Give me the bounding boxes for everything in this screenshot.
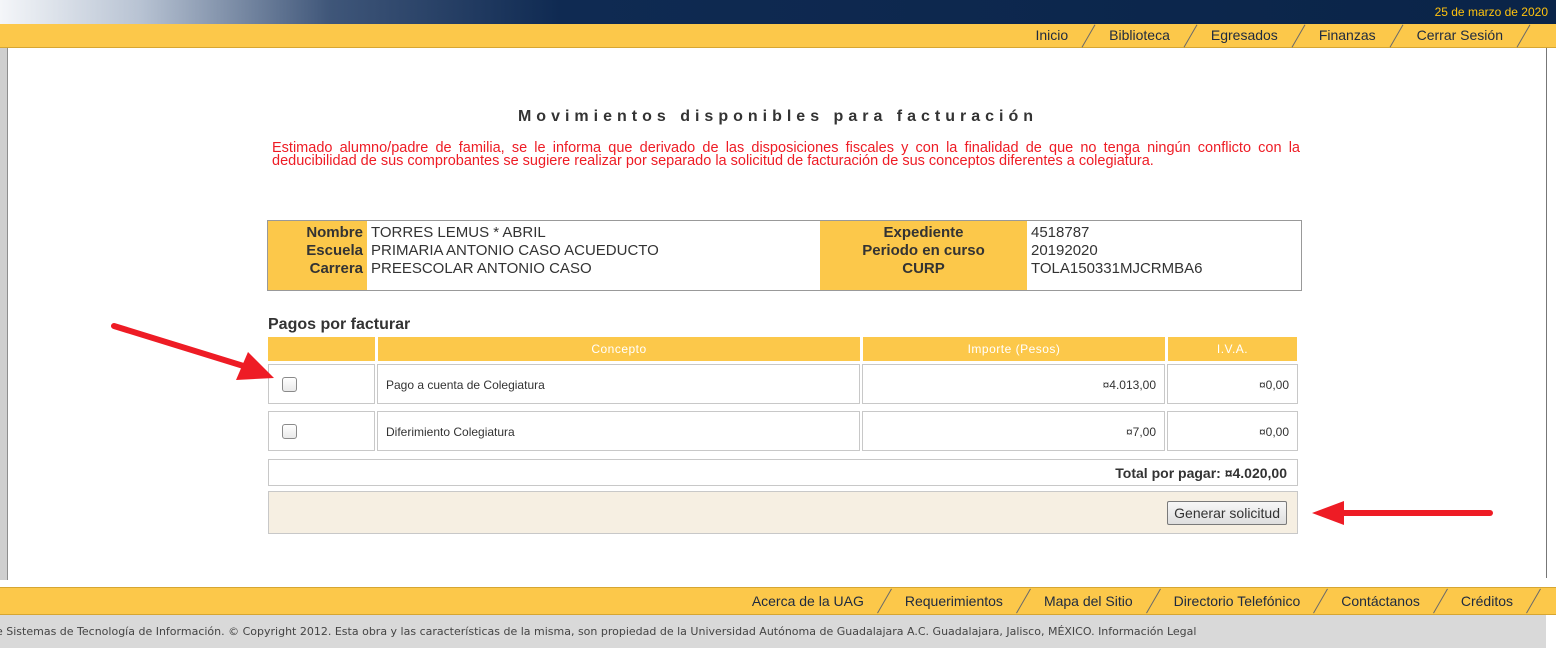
label-escuela: Escuela [306, 242, 363, 259]
nav-separator [1145, 588, 1161, 614]
label-nombre: Nombre [306, 224, 363, 241]
value-escuela: PRIMARIA ANTONIO CASO ACUEDUCTO [371, 242, 659, 259]
info-labels-right: Expediente Periodo en curso CURP [820, 221, 1027, 290]
info-labels-left: Nombre Escuela Carrera [268, 221, 367, 290]
footer-acerca[interactable]: Acerca de la UAG [740, 588, 876, 614]
header-iva: I.V.A. [1168, 337, 1297, 361]
value-periodo: 20192020 [1031, 242, 1098, 259]
value-nombre: TORRES LEMUS * ABRIL [371, 224, 546, 241]
nav-separator [1516, 23, 1531, 48]
value-carrera: PREESCOLAR ANTONIO CASO [371, 260, 592, 277]
nav-cerrar-sesion[interactable]: Cerrar Sesión [1405, 24, 1515, 47]
row-concepto: Diferimiento Colegiatura [377, 411, 860, 451]
row-iva: ¤0,00 [1167, 364, 1298, 404]
info-values-left: TORRES LEMUS * ABRIL PRIMARIA ANTONIO CA… [367, 221, 820, 290]
row-importe: ¤4.013,00 [862, 364, 1165, 404]
value-expediente: 4518787 [1031, 224, 1090, 241]
footer-directorio[interactable]: Directorio Telefónico [1162, 588, 1313, 614]
info-values-right: 4518787 20192020 TOLA150331MJCRMBA6 [1027, 221, 1299, 290]
action-bar: Generar solicitud [268, 491, 1298, 534]
payments-title: Pagos por facturar [268, 316, 411, 333]
header-importe: Importe (Pesos) [863, 337, 1165, 361]
fiscal-notice: Estimado alumno/padre de familia, se le … [272, 140, 1300, 169]
nav-egresados[interactable]: Egresados [1199, 24, 1290, 47]
red-arrow-to-checkbox-icon [111, 323, 274, 380]
nav-separator [1183, 23, 1198, 48]
total-amount: Total por pagar: ¤4.020,00 [268, 459, 1298, 486]
table-row-select-cell [268, 364, 375, 404]
page-title: Movimientos disponibles para facturación [517, 108, 1039, 125]
footer-creditos[interactable]: Créditos [1449, 588, 1525, 614]
current-date: 25 de marzo de 2020 [1434, 5, 1548, 19]
nav-separator [1081, 23, 1096, 48]
label-curp: CURP [902, 260, 945, 277]
label-carrera: Carrera [309, 260, 363, 277]
red-arrow-to-button-icon [1312, 501, 1493, 525]
top-banner: 25 de marzo de 2020 [0, 0, 1556, 24]
nav-separator [876, 588, 892, 614]
generar-solicitud-button[interactable]: Generar solicitud [1167, 501, 1287, 525]
copyright-text: e Sistemas de Tecnología de Información.… [0, 615, 1546, 648]
header-checkbox-column [268, 337, 375, 361]
value-curp: TOLA150331MJCRMBA6 [1031, 260, 1203, 277]
nav-inicio[interactable]: Inicio [1023, 24, 1080, 47]
label-expediente: Expediente [883, 224, 964, 241]
nav-biblioteca[interactable]: Biblioteca [1097, 24, 1182, 47]
footer-requerimientos[interactable]: Requerimientos [893, 588, 1015, 614]
table-row-select-cell [268, 411, 375, 451]
label-periodo: Periodo en curso [862, 242, 985, 259]
student-info-table: Nombre Escuela Carrera TORRES LEMUS * AB… [267, 220, 1302, 291]
footer-contactanos[interactable]: Contáctanos [1329, 588, 1432, 614]
nav-separator [1313, 588, 1329, 614]
nav-separator [1526, 588, 1541, 614]
nav-separator [1016, 588, 1031, 614]
top-navigation: Inicio Biblioteca Egresados Finanzas Cer… [0, 23, 1556, 48]
nav-separator [1389, 23, 1404, 48]
nav-finanzas[interactable]: Finanzas [1307, 24, 1388, 47]
footer-navigation: Acerca de la UAG Requerimientos Mapa del… [0, 587, 1556, 615]
select-checkbox-colegiatura[interactable] [282, 377, 297, 392]
header-concepto: Concepto [378, 337, 860, 361]
row-concepto: Pago a cuenta de Colegiatura [377, 364, 860, 404]
footer-mapa[interactable]: Mapa del Sitio [1032, 588, 1145, 614]
nav-separator [1291, 23, 1306, 48]
nav-separator [1432, 588, 1448, 614]
row-iva: ¤0,00 [1167, 411, 1298, 451]
row-importe: ¤7,00 [862, 411, 1165, 451]
select-checkbox-diferimiento[interactable] [282, 424, 297, 439]
